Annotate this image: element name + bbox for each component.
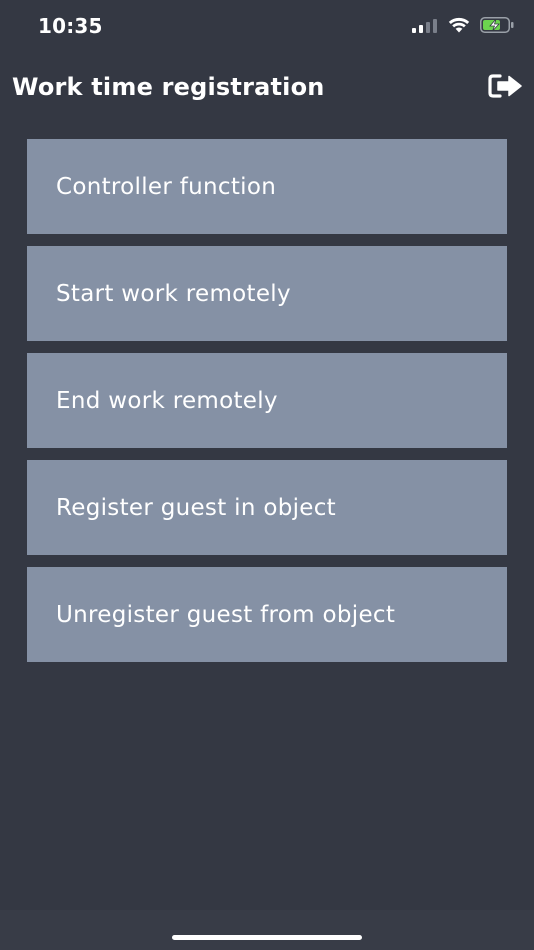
menu-item-end-work-remotely[interactable]: End work remotely <box>27 353 507 448</box>
battery-charging-icon <box>480 17 514 37</box>
status-bar: 10:35 <box>0 0 534 52</box>
menu-item-register-guest[interactable]: Register guest in object <box>27 460 507 555</box>
status-icons <box>412 16 514 38</box>
menu-item-start-work-remotely[interactable]: Start work remotely <box>27 246 507 341</box>
menu-item-label: Unregister guest from object <box>56 601 396 628</box>
menu-item-unregister-guest[interactable]: Unregister guest from object <box>27 567 507 662</box>
status-time: 10:35 <box>38 14 103 38</box>
menu-item-controller-function[interactable]: Controller function <box>27 139 507 234</box>
signal-icon <box>412 18 438 37</box>
app-header: Work time registration <box>0 55 534 122</box>
menu-item-label: Start work remotely <box>56 280 291 307</box>
logout-button[interactable] <box>486 73 526 103</box>
menu-item-label: Register guest in object <box>56 494 336 521</box>
bottom-bar <box>0 910 534 950</box>
home-indicator[interactable] <box>172 935 362 940</box>
page-title: Work time registration <box>12 73 325 101</box>
menu-item-label: Controller function <box>56 173 277 200</box>
wifi-icon <box>448 17 470 37</box>
logout-icon <box>487 72 525 104</box>
menu-item-label: End work remotely <box>56 387 278 414</box>
function-menu: Controller function Start work remotely … <box>27 139 507 674</box>
